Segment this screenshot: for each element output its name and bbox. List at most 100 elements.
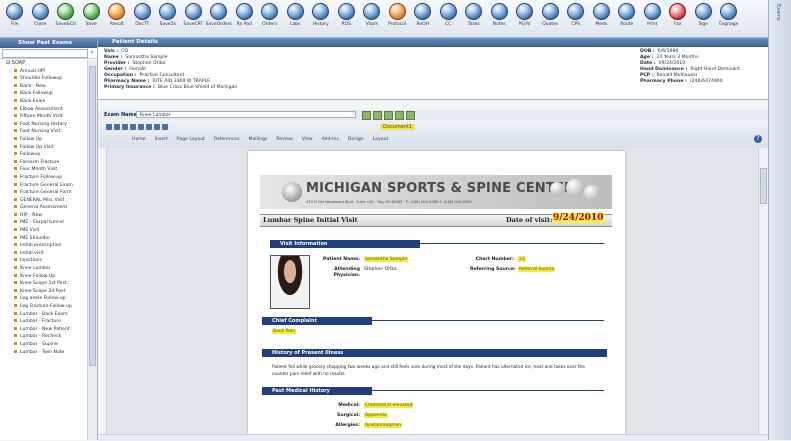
save-icon[interactable] <box>106 124 112 130</box>
medical-value[interactable]: Cholesterol elevated <box>364 403 414 408</box>
sidebar-exam-item[interactable]: Fracture General Exam <box>0 182 88 190</box>
toolbar-button[interactable]: CPS <box>563 0 589 36</box>
sidebar-exam-item[interactable]: Leg Fracture Follow-up <box>0 303 88 311</box>
exam-action-icon[interactable] <box>395 111 404 120</box>
toolbar-button[interactable]: Tasks <box>461 0 487 36</box>
sidebar-exam-item[interactable]: Annual HPI <box>0 68 88 76</box>
sidebar-exam-item[interactable]: Back Exam <box>0 98 88 106</box>
toolbar-button[interactable]: PErRr <box>512 0 538 36</box>
format-icon[interactable] <box>138 124 144 130</box>
toolbar-button[interactable]: Save&Clt <box>53 0 79 36</box>
ribbon-tab[interactable]: Layout <box>373 137 389 142</box>
toolbar-button[interactable]: Orders <box>257 0 283 36</box>
sidebar-exam-item[interactable]: Forearm Fracture <box>0 159 88 167</box>
toolbar-button[interactable]: Notes <box>487 0 513 36</box>
sidebar-exam-item[interactable]: Lumbar - Fracture <box>0 318 88 326</box>
toolbar-button[interactable]: SaveCPT <box>181 0 207 36</box>
patient-name-value[interactable]: Samantha Sample <box>364 257 409 262</box>
sidebar-exam-item[interactable]: Initial visit <box>0 250 88 258</box>
exam-action-icon[interactable] <box>362 111 371 120</box>
sidebar-exam-item[interactable]: Lumbar - Back Exam <box>0 311 88 319</box>
sidebar-exam-item[interactable]: Back Followup <box>0 90 88 98</box>
sidebar-exam-item[interactable]: Back - New <box>0 83 88 91</box>
toolbar-button[interactable]: File <box>2 0 28 36</box>
sidebar-exam-item[interactable]: Follow Up Visit <box>0 144 88 152</box>
surgical-value[interactable]: Appendix <box>364 413 388 418</box>
exam-action-icon[interactable] <box>406 111 415 120</box>
help-icon[interactable]: ? <box>754 135 762 143</box>
toolbar-button[interactable]: Save2x <box>155 0 181 36</box>
sidebar-exam-item[interactable]: Lumbar - New Patient <box>0 326 88 334</box>
sidebar-exam-item[interactable]: Leg ankle Follow-up <box>0 295 88 303</box>
toolbar-button[interactable]: Route <box>614 0 640 36</box>
toolbar-button[interactable]: Result <box>104 0 130 36</box>
sidebar-exam-item[interactable]: Fifteen Month Visit <box>0 113 88 121</box>
ribbon-tab[interactable]: View <box>302 137 313 142</box>
toolbar-button[interactable]: History <box>308 0 334 36</box>
sidebar-exam-item[interactable]: Lumbar - Supine <box>0 341 88 349</box>
sidebar-exam-item[interactable]: Knee Lumbar <box>0 265 88 273</box>
sidebar-exam-item[interactable]: Fracture General Form <box>0 189 88 197</box>
attending-value[interactable]: Stephen Orlka <box>364 267 397 272</box>
search-input[interactable] <box>2 49 88 58</box>
ribbon-tab[interactable]: References <box>214 137 240 142</box>
sidebar-exam-item[interactable]: Knee Follow Up <box>0 273 88 281</box>
sidebar-exam-item[interactable]: Foot Nursing Visit <box>0 128 88 136</box>
ribbon-tab[interactable]: Add-Ins <box>322 137 339 142</box>
chief-complaint-value[interactable]: Back Pain <box>272 329 297 334</box>
toolbar-button[interactable]: Close <box>28 0 54 36</box>
ribbon-tab[interactable]: Mailings <box>249 137 268 142</box>
sidebar-exam-item[interactable]: Elbow Assessment <box>0 106 88 114</box>
sidebar-exam-item[interactable]: HIP - New <box>0 212 88 220</box>
sidebar-exam-item[interactable]: IME - Carpal tunnel <box>0 219 88 227</box>
chart-number-value[interactable]: 23 <box>518 257 526 262</box>
toolbar-button[interactable]: CC <box>436 0 462 36</box>
redo-icon[interactable] <box>122 124 128 130</box>
sidebar-exam-item[interactable]: Knee Scope 2d Post <box>0 288 88 296</box>
ribbon-tab[interactable]: Review <box>276 137 292 142</box>
sidebar-exam-item[interactable]: Four Month Visit <box>0 166 88 174</box>
right-panel-bar[interactable]: Exams <box>768 0 791 440</box>
spell-icon[interactable] <box>146 124 152 130</box>
ribbon-tab[interactable]: Page Layout <box>177 137 205 142</box>
sidebar-exam-item[interactable]: Initial prescription <box>0 242 88 250</box>
ribbon-tab[interactable]: Design <box>348 137 364 142</box>
sidebar-exam-item[interactable]: General Assessment <box>0 204 88 212</box>
allergies-value[interactable]: Acetaminophen <box>364 423 403 428</box>
undo-icon[interactable] <box>114 124 120 130</box>
toolbar-button[interactable]: Protocol <box>385 0 411 36</box>
sidebar-exam-item[interactable]: Fracture Follow-up <box>0 174 88 182</box>
ribbon-tab[interactable]: Home <box>132 137 146 142</box>
sidebar-exam-item[interactable]: Follow Up <box>0 136 88 144</box>
referring-source-value[interactable]: Referral Source <box>518 267 556 272</box>
table-icon[interactable] <box>154 124 160 130</box>
toolbar-button[interactable]: ROS <box>334 0 360 36</box>
sidebar-scroll-thumb[interactable] <box>89 66 96 366</box>
sidebar-title[interactable]: Show Past Exams <box>0 38 97 48</box>
sidebar-exam-item[interactable]: Injections <box>0 257 88 265</box>
sidebar-exam-item[interactable]: Foot Nursing History <box>0 121 88 129</box>
exam-action-icon[interactable] <box>373 111 382 120</box>
toolbar-button[interactable]: Fax <box>665 0 691 36</box>
document-scroll-thumb[interactable] <box>760 168 767 204</box>
more-icon[interactable] <box>162 124 168 130</box>
toolbar-button[interactable]: ReOH <box>410 0 436 36</box>
print-icon[interactable] <box>130 124 136 130</box>
toolbar-button[interactable]: Meds <box>589 0 615 36</box>
sidebar-exam-item[interactable]: IME Visit <box>0 227 88 235</box>
date-of-visit[interactable]: 9/24/2010 <box>552 213 605 223</box>
toolbar-button[interactable]: Vitals <box>359 0 385 36</box>
search-icon[interactable]: ⌕ <box>90 48 94 57</box>
toolbar-button[interactable]: Print <box>640 0 666 36</box>
exam-action-icon[interactable] <box>384 111 393 120</box>
toolbar-button[interactable]: Rx Pad <box>232 0 258 36</box>
exam-name-select[interactable]: Knee Lumbar <box>136 111 356 118</box>
toolbar-button[interactable]: Sign <box>691 0 717 36</box>
document-scrollbar[interactable] <box>758 148 768 434</box>
document-page[interactable]: MICHIGAN SPORTS & SPINE CENTER 470 N Old… <box>248 151 625 434</box>
sidebar-exam-item[interactable]: Shoulder Followup <box>0 75 88 83</box>
sidebar-scrollbar[interactable] <box>87 60 97 440</box>
sidebar-exam-item[interactable]: GENERAL Misc Visit <box>0 197 88 205</box>
sidebar-exam-item[interactable]: IME Shoulder <box>0 235 88 243</box>
tree-root[interactable]: ⊟ SOAP <box>0 60 88 68</box>
